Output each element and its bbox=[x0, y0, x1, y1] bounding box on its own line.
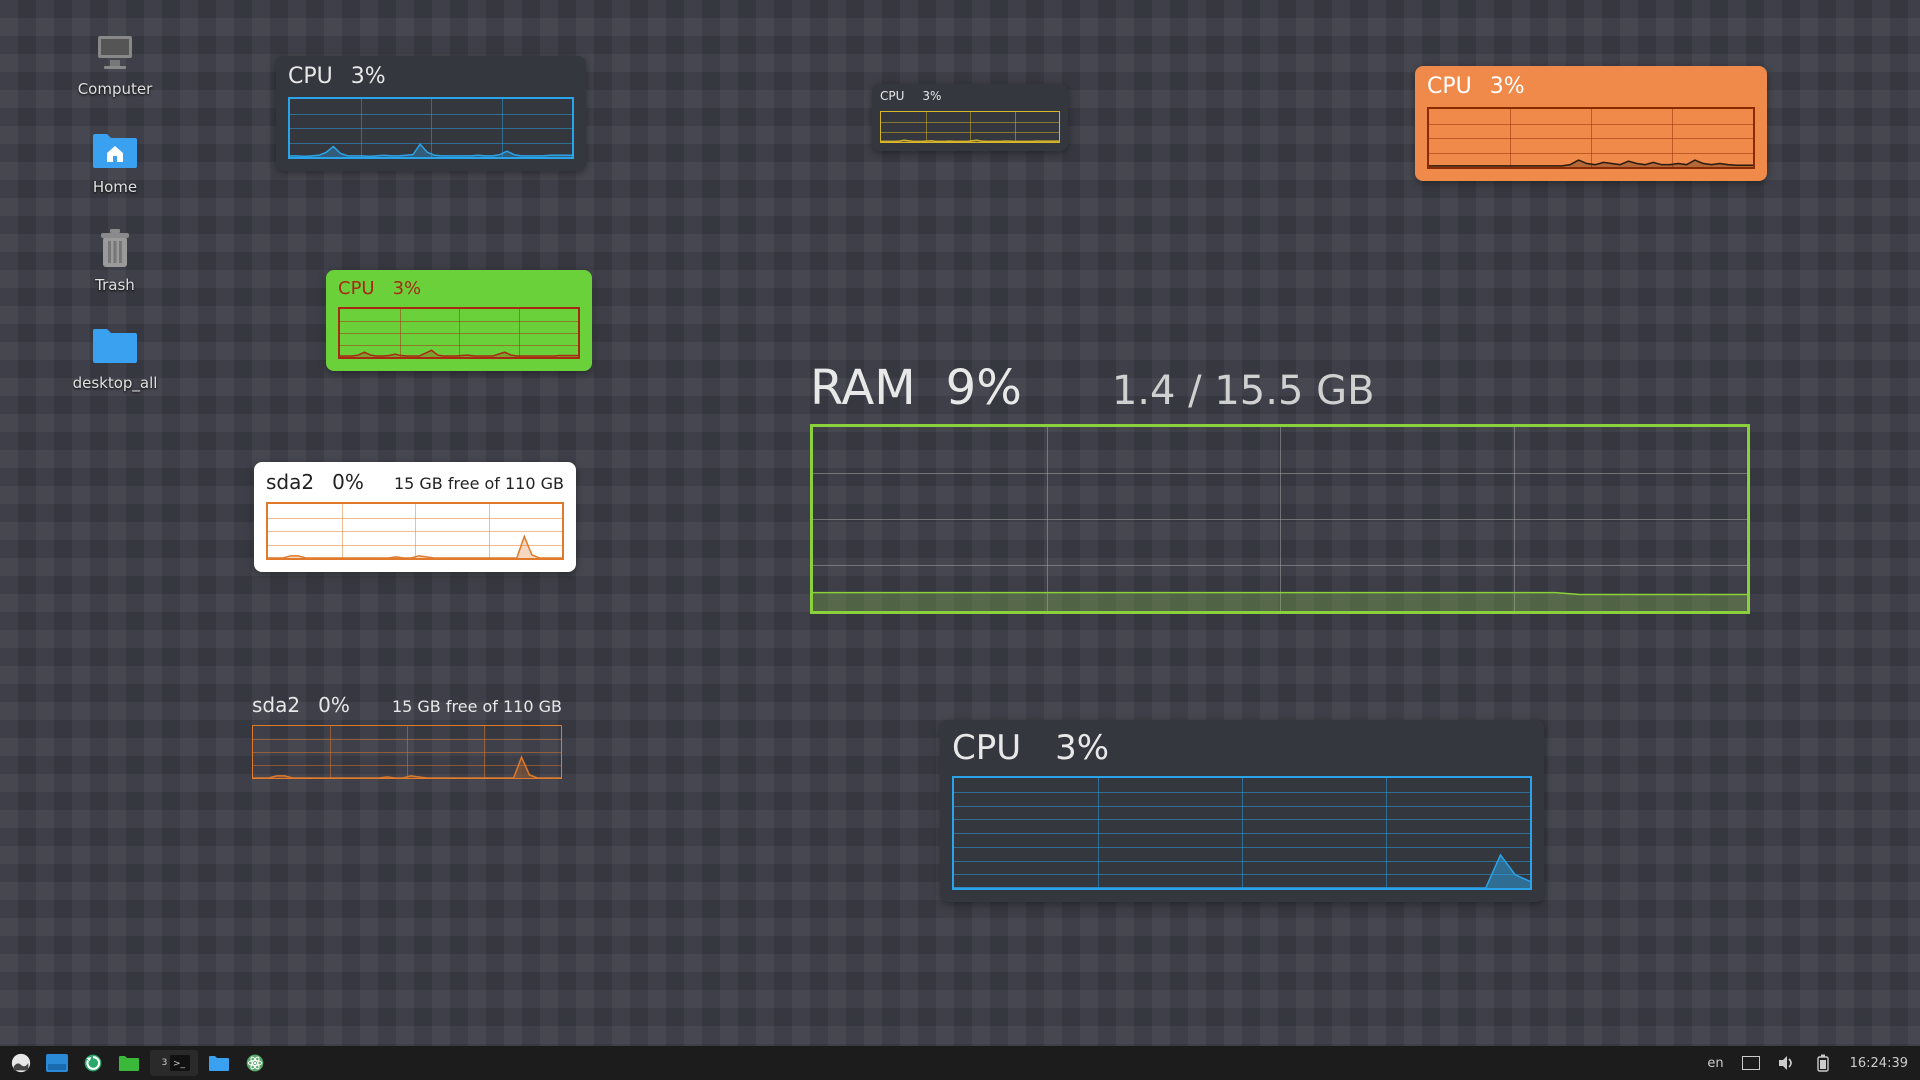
widget-title: CPU bbox=[952, 728, 1021, 768]
taskbar-app-files-2[interactable] bbox=[204, 1050, 234, 1076]
taskbar-app-atom[interactable] bbox=[240, 1050, 270, 1076]
widget-value: 3% bbox=[351, 64, 386, 89]
widget-value: 0% bbox=[332, 470, 364, 494]
widget-detail: 1.4 / 15.5 GB bbox=[1112, 368, 1375, 414]
desktop-icon-label: Home bbox=[55, 178, 175, 196]
taskbar-app-reload[interactable] bbox=[78, 1050, 108, 1076]
keyboard-layout-indicator[interactable]: en bbox=[1701, 1056, 1729, 1071]
start-menu-button[interactable] bbox=[6, 1050, 36, 1076]
computer-icon bbox=[89, 30, 141, 74]
cpu-chart bbox=[288, 97, 574, 159]
trash-icon bbox=[89, 226, 141, 270]
widget-title: RAM bbox=[810, 360, 916, 416]
desktop-icon-home[interactable]: Home bbox=[55, 128, 175, 196]
widget-title: CPU bbox=[338, 278, 375, 299]
widget-value: 3% bbox=[1490, 74, 1525, 99]
clock[interactable]: 16:24:39 bbox=[1844, 1056, 1914, 1071]
cpu-widget-green[interactable]: CPU 3% bbox=[326, 270, 592, 371]
cpu-widget-big-blue[interactable]: CPU 3% bbox=[940, 720, 1544, 902]
taskbar-app-files[interactable] bbox=[114, 1050, 144, 1076]
desktop-icon-label: Computer bbox=[55, 80, 175, 98]
taskbar-left: 3 >_ bbox=[6, 1050, 270, 1076]
ram-chart bbox=[810, 424, 1750, 614]
widget-value: 3% bbox=[1055, 728, 1109, 768]
cpu-widget-yellow[interactable]: CPU 3% bbox=[872, 84, 1068, 151]
widget-title: CPU bbox=[288, 64, 333, 89]
widget-detail: 15 GB free of 110 GB bbox=[394, 474, 564, 493]
widget-value: 9% bbox=[946, 360, 1022, 416]
folder-icon bbox=[89, 324, 141, 368]
disk-widget-dark[interactable]: sda2 0% 15 GB free of 110 GB bbox=[252, 693, 562, 779]
ram-widget[interactable]: RAM 9% 1.4 / 15.5 GB bbox=[810, 360, 1750, 614]
desktop-icon-label: desktop_all bbox=[55, 374, 175, 392]
desktop-icon-computer[interactable]: Computer bbox=[55, 30, 175, 98]
terminal-badge: 3 bbox=[162, 1058, 168, 1068]
cpu-chart bbox=[952, 776, 1532, 890]
widget-title: sda2 bbox=[266, 470, 314, 494]
cpu-widget-orange[interactable]: CPU 3% bbox=[1415, 66, 1767, 181]
desktop-icon-desktop-all[interactable]: desktop_all bbox=[55, 324, 175, 392]
show-desktop-button[interactable] bbox=[42, 1050, 72, 1076]
desktop-icon-trash[interactable]: Trash bbox=[55, 226, 175, 294]
widget-value: 3% bbox=[393, 278, 422, 299]
svg-text:>_: >_ bbox=[173, 1059, 186, 1069]
widget-detail: 15 GB free of 110 GB bbox=[392, 697, 562, 716]
widget-title: CPU bbox=[880, 89, 904, 103]
taskbar-right: en 16:24:39 bbox=[1701, 1050, 1914, 1076]
cpu-widget-blue[interactable]: CPU 3% bbox=[276, 56, 586, 171]
workspace-switcher[interactable] bbox=[1736, 1050, 1766, 1076]
widget-value: 3% bbox=[922, 89, 941, 103]
widget-value: 0% bbox=[318, 693, 350, 717]
widget-title: CPU bbox=[1427, 74, 1472, 99]
cpu-chart bbox=[1427, 107, 1755, 169]
cpu-chart bbox=[880, 111, 1060, 143]
battery-icon[interactable] bbox=[1808, 1050, 1838, 1076]
taskbar-app-terminal[interactable]: 3 >_ bbox=[150, 1050, 198, 1076]
widget-title: sda2 bbox=[252, 693, 300, 717]
disk-chart bbox=[266, 502, 564, 560]
volume-icon[interactable] bbox=[1772, 1050, 1802, 1076]
disk-widget-white[interactable]: sda2 0% 15 GB free of 110 GB bbox=[254, 462, 576, 572]
cpu-chart bbox=[338, 307, 580, 359]
home-folder-icon bbox=[89, 128, 141, 172]
disk-chart bbox=[252, 725, 562, 779]
desktop-icon-label: Trash bbox=[55, 276, 175, 294]
taskbar: 3 >_ en 16:24:39 bbox=[0, 1046, 1920, 1080]
